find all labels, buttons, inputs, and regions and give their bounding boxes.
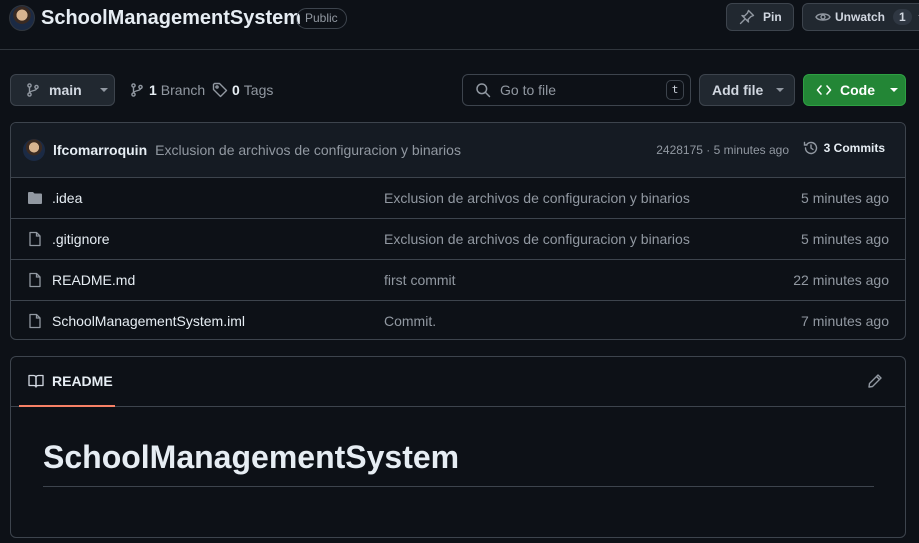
code-icon: [816, 85, 832, 95]
file-age: 5 minutes ago: [801, 190, 889, 206]
go-to-file-input[interactable]: Go to file t: [462, 74, 691, 106]
git-branch-icon: [27, 83, 39, 97]
git-branch-icon: [131, 83, 143, 97]
file-name[interactable]: SchoolManagementSystem.iml: [52, 313, 245, 329]
readme-panel: README SchoolManagementSystem: [10, 356, 906, 538]
tag-count: 0: [232, 82, 240, 98]
history-icon: [803, 141, 817, 155]
search-icon: [476, 83, 491, 98]
tab-readme[interactable]: README: [19, 357, 115, 407]
file-icon: [29, 313, 41, 329]
readme-tab-label: README: [52, 373, 113, 389]
visibility-badge: Public: [296, 8, 347, 29]
commits-link[interactable]: 3 Commits: [803, 140, 885, 156]
unwatch-label: Unwatch: [835, 10, 886, 24]
file-row[interactable]: .idea Exclusion de archivos de configura…: [11, 178, 905, 219]
branches-link[interactable]: 1 Branch: [129, 82, 205, 98]
commit-hash-time[interactable]: 2428175 · 5 minutes ago: [656, 143, 789, 157]
latest-commit-bar: lfcomarroquin Exclusion de archivos de c…: [11, 123, 905, 178]
folder-icon: [28, 192, 42, 204]
file-name[interactable]: .idea: [52, 190, 82, 206]
file-name[interactable]: .gitignore: [52, 231, 110, 247]
file-commit-message[interactable]: first commit: [384, 272, 456, 288]
tag-icon: [212, 82, 228, 98]
owner-avatar[interactable]: [9, 5, 35, 31]
readme-heading: SchoolManagementSystem: [43, 439, 874, 487]
repo-header: SchoolManagementSystem Public Pin Unwatc…: [0, 0, 919, 50]
eye-icon: [815, 13, 831, 21]
code-button[interactable]: Code: [803, 74, 906, 106]
file-row[interactable]: README.md first commit 22 minutes ago: [11, 260, 905, 301]
file-age: 22 minutes ago: [793, 272, 889, 288]
file-age: 5 minutes ago: [801, 231, 889, 247]
watch-count: 1: [893, 9, 912, 25]
file-commit-message[interactable]: Commit.: [384, 313, 436, 329]
add-file-label: Add file: [712, 82, 764, 98]
commit-author[interactable]: lfcomarroquin: [53, 142, 147, 158]
file-row[interactable]: SchoolManagementSystem.iml Commit. 7 min…: [11, 301, 905, 339]
chevron-down-icon: [776, 88, 785, 92]
file-name[interactable]: README.md: [52, 272, 135, 288]
file-commit-message[interactable]: Exclusion de archivos de configuracion y…: [384, 231, 690, 247]
chevron-down-icon: [890, 88, 898, 92]
go-to-file-placeholder: Go to file: [500, 82, 557, 98]
branch-selector[interactable]: main: [10, 74, 115, 106]
pencil-icon[interactable]: [867, 373, 883, 389]
code-label: Code: [840, 82, 875, 98]
pin-button[interactable]: Pin: [726, 3, 794, 31]
branch-name: main: [49, 82, 82, 98]
book-icon: [28, 374, 44, 388]
pin-label: Pin: [763, 10, 782, 24]
avatar[interactable]: [23, 139, 45, 161]
keyboard-shortcut-hint: t: [666, 80, 684, 100]
commits-count: 3 Commits: [823, 141, 885, 155]
tags-link[interactable]: 0 Tags: [212, 82, 273, 98]
branch-label: Branch: [160, 82, 206, 98]
file-age: 7 minutes ago: [801, 313, 889, 329]
file-browser: lfcomarroquin Exclusion de archivos de c…: [10, 122, 906, 340]
file-commit-message[interactable]: Exclusion de archivos de configuracion y…: [384, 190, 690, 206]
file-row[interactable]: .gitignore Exclusion de archivos de conf…: [11, 219, 905, 260]
tag-label: Tags: [243, 82, 274, 98]
file-icon: [29, 231, 41, 247]
repo-name[interactable]: SchoolManagementSystem: [41, 7, 301, 30]
readme-tabbar: README: [11, 357, 905, 407]
add-file-button[interactable]: Add file: [699, 74, 795, 106]
pin-icon: [739, 9, 755, 25]
commit-message[interactable]: Exclusion de archivos de configuracion y…: [155, 142, 461, 158]
branch-count: 1: [149, 82, 157, 98]
file-icon: [29, 272, 41, 288]
chevron-down-icon: [99, 88, 108, 92]
unwatch-button[interactable]: Unwatch 1: [802, 3, 919, 31]
